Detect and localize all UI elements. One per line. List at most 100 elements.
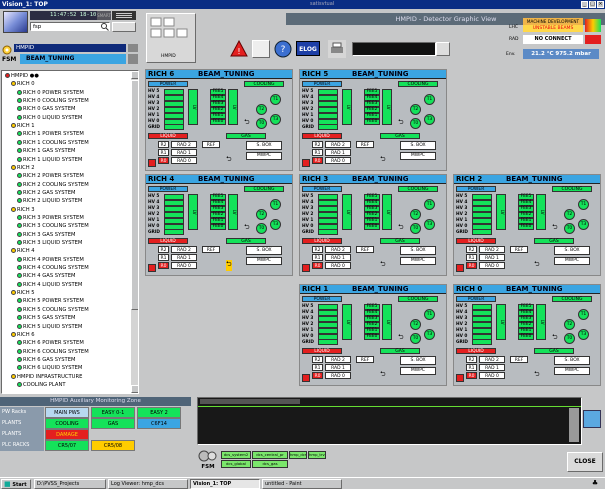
power-label[interactable]: POWER (302, 296, 342, 302)
rad-cell[interactable]: RAD 2 (479, 356, 505, 363)
search-icon[interactable] (100, 22, 109, 31)
warning-icon[interactable]: ! (230, 39, 248, 58)
liquid-return-icon[interactable] (148, 264, 156, 272)
fee-indicator[interactable]: FEE0 (518, 334, 534, 340)
ref-cell[interactable]: REF (356, 246, 374, 253)
lv-indicator-b[interactable]: LV (382, 194, 392, 230)
ref-cell[interactable]: REF (356, 356, 374, 363)
sbox-cell[interactable]: S. BOX (246, 246, 282, 255)
lv-indicator-b[interactable]: LV (382, 304, 392, 340)
lock-icon[interactable] (128, 44, 138, 52)
sbox-cell[interactable]: S. BOX (554, 246, 590, 255)
temperature-icon[interactable]: T1 (578, 199, 589, 210)
hmpid-layout-button[interactable]: HMPID (146, 13, 196, 63)
liquid-label[interactable]: LIQUID (302, 133, 342, 139)
tree-item[interactable]: RICH 2 GAS SYSTEM (17, 189, 75, 197)
temperature-icon[interactable]: T3 (424, 114, 435, 125)
rad-cell[interactable]: RAD 0 (325, 372, 351, 379)
rad-cell[interactable]: RAD 2 (479, 246, 505, 253)
mwpc-cell[interactable]: MWPC (400, 257, 436, 265)
taskbar-item[interactable]: Log Viewer: hmp_dcs (108, 479, 188, 489)
liquid-label[interactable]: LIQUID (456, 238, 496, 244)
tree-item[interactable]: RICH 5 COOLING SYSTEM (17, 306, 89, 314)
tree-item[interactable]: RICH 0 (11, 80, 35, 88)
tree-item[interactable]: RICH 4 (11, 247, 35, 255)
rad-cell[interactable]: RAD 2 (325, 356, 351, 363)
lv-indicator-a[interactable]: LV (496, 194, 506, 230)
panel-header[interactable]: RICH 4 BEAM_TUNING (146, 175, 292, 184)
maximize-button[interactable]: □ (589, 1, 596, 8)
lv-indicator-b[interactable]: LV (228, 194, 238, 230)
tree-item[interactable]: RICH 2 LIQUID SYSTEM (17, 197, 82, 205)
tree-item[interactable]: RICH 6 POWER SYSTEM (17, 339, 84, 347)
liquid-return-icon[interactable] (302, 374, 310, 382)
aux-cell[interactable]: CR5/07 (45, 440, 89, 451)
sbox-cell[interactable]: S. BOX (400, 356, 436, 365)
liquid-label[interactable]: LIQUID (302, 348, 342, 354)
rad-id[interactable]: R2 (312, 246, 323, 253)
tree-item[interactable]: RICH 3 (11, 206, 35, 214)
gas-label[interactable]: GAS (534, 238, 574, 244)
tree-item[interactable]: HMPID ●● (5, 72, 39, 80)
mwpc-cell[interactable]: MWPC (400, 367, 436, 375)
aux-cell[interactable]: C6F14 (137, 418, 181, 429)
fee-indicator[interactable]: FEE0 (210, 224, 226, 230)
aux-cell[interactable]: MAIN PWS (45, 407, 89, 418)
temperature-icon[interactable]: T0 (410, 223, 421, 234)
rad-id[interactable]: R2 (312, 356, 323, 363)
aux-cell[interactable]: CR5/08 (91, 440, 135, 451)
tree-item[interactable]: RICH 3 POWER SYSTEM (17, 214, 84, 222)
temperature-icon[interactable]: T1 (424, 94, 435, 105)
dcs-system-button[interactable]: dcs_global (221, 460, 251, 468)
cooling-label[interactable]: COOLING (552, 296, 592, 302)
dcs-system-button[interactable]: hmp_dcs (289, 451, 307, 459)
dcs-system-button[interactable]: dcs_central_pr (252, 451, 288, 459)
close-window-button[interactable]: × (597, 1, 604, 8)
rad-cell[interactable]: RAD 1 (479, 254, 505, 261)
close-button[interactable]: CLOSE (567, 452, 603, 472)
temperature-icon[interactable]: T0 (410, 118, 421, 129)
mwpc-cell[interactable]: MWPC (246, 152, 282, 160)
aux-cell[interactable]: GAS (91, 418, 135, 429)
scroll-down-icon[interactable] (131, 385, 138, 393)
tree-item[interactable]: RICH 3 GAS SYSTEM (17, 231, 75, 239)
grid-indicator[interactable] (472, 229, 492, 235)
temperature-icon[interactable]: T3 (424, 219, 435, 230)
tree-item[interactable]: RICH 4 POWER SYSTEM (17, 256, 84, 264)
options-button[interactable] (112, 22, 136, 32)
rich-panel[interactable]: RICH 4 BEAM_TUNING POWER COOLING HV 5 FEE5 HV … (145, 174, 293, 276)
lv-indicator-b[interactable]: LV (382, 89, 392, 125)
rad-cell[interactable]: RAD 1 (325, 364, 351, 371)
temperature-icon[interactable]: T0 (564, 333, 575, 344)
lv-indicator-a[interactable]: LV (188, 194, 198, 230)
temperature-icon[interactable]: T2 (256, 104, 267, 115)
temperature-icon[interactable]: T3 (578, 329, 589, 340)
rich-panel[interactable]: RICH 0 BEAM_TUNING POWER COOLING HV 5 FEE5 HV … (453, 284, 601, 386)
tree-item[interactable]: RICH 1 COOLING SYSTEM (17, 139, 89, 147)
lv-indicator-a[interactable]: LV (496, 304, 506, 340)
fee-indicator[interactable]: FEE0 (364, 334, 380, 340)
power-label[interactable]: POWER (456, 296, 496, 302)
tree-item[interactable]: RICH 0 LIQUID SYSTEM (17, 114, 82, 122)
grid-indicator[interactable] (318, 229, 338, 235)
mode-icon[interactable] (128, 54, 138, 64)
liquid-label[interactable]: LIQUID (456, 348, 496, 354)
rad-id[interactable]: R2 (466, 246, 477, 253)
temperature-icon[interactable]: T0 (564, 223, 575, 234)
dcs-system-button[interactable]: dcs_system2 (221, 451, 251, 459)
temperature-icon[interactable]: T0 (410, 333, 421, 344)
rad-cell[interactable]: RAD 2 (325, 246, 351, 253)
grid-indicator[interactable] (472, 339, 492, 345)
temperature-icon[interactable]: T3 (270, 114, 281, 125)
rad-cell[interactable]: RAD 2 (171, 141, 197, 148)
rad-id[interactable]: R1 (312, 364, 323, 371)
dcs-system-button[interactable]: hmp_trvw (308, 451, 326, 459)
taskbar-item[interactable]: D:\PVSS_Projects (34, 479, 106, 489)
tray-icon[interactable]: ♣ (588, 479, 602, 489)
tree-item[interactable]: RICH 6 GAS SYSTEM (17, 356, 75, 364)
rad-cell[interactable]: RAD 0 (479, 262, 505, 269)
mwpc-cell[interactable]: MWPC (246, 257, 282, 265)
fsm-bottom-button[interactable]: FSM (197, 450, 219, 470)
tree-item[interactable]: RICH 5 POWER SYSTEM (17, 297, 84, 305)
temperature-icon[interactable]: T2 (410, 104, 421, 115)
